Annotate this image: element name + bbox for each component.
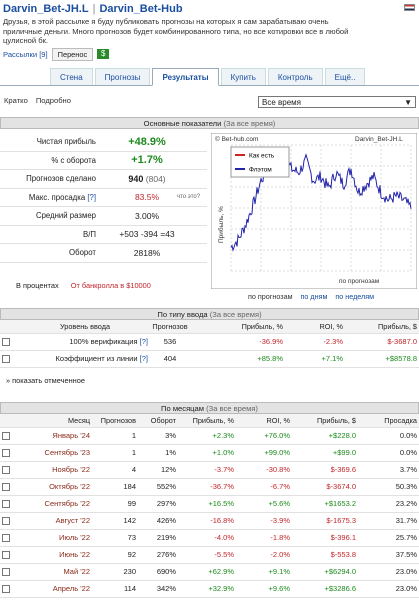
profit-chart: © Bet-hub.com Darvin_Bet-JH.L Прибыль, %… [210, 132, 418, 290]
bymonth-section-header: По месяцам (За все время) [0, 402, 419, 414]
chart-site: © Bet-hub.com [215, 135, 258, 143]
row-checkbox[interactable] [2, 432, 10, 440]
mode-by-weeks[interactable]: по неделям [335, 292, 374, 301]
service-link[interactable]: Darvin_Bet-Hub [99, 3, 182, 15]
tab-control[interactable]: Контроль [267, 68, 323, 85]
row-checkbox[interactable] [2, 466, 10, 474]
table-row: Ноябрь '22 4 12% -3.7% -30.8% $-369.6 3.7% [0, 461, 419, 479]
what-is-it-link[interactable]: что это? [177, 194, 200, 200]
author-link[interactable]: Darvin_Bet-JH.L [3, 3, 89, 15]
show-marked-link[interactable]: » показать отмеченное [6, 376, 85, 385]
tab-buy[interactable]: Купить [220, 68, 266, 85]
row-checkbox[interactable] [2, 568, 10, 576]
kpi-row: Средний размер 3.00% [0, 207, 207, 226]
row-checkbox[interactable] [2, 355, 10, 363]
chart-ylabel: Прибыль, % [217, 206, 225, 243]
chevron-down-icon: ▼ [404, 98, 412, 107]
bymonth-table: Месяц Прогнозов Оборот Прибыль, % ROI, %… [0, 414, 419, 598]
flag-icon[interactable] [404, 4, 415, 11]
row-checkbox[interactable] [2, 551, 10, 559]
chart-author: Darvin_Bet-JH.L [355, 136, 403, 143]
bank-options: В процентах От банкролла в $10000 [16, 281, 151, 290]
mode-by-days[interactable]: по дням [301, 292, 328, 301]
table-row: Январь '24 1 3% +2.3% +76.0% +$228.0 0.0% [0, 427, 419, 445]
subs-link[interactable]: Рассылки [9] [3, 50, 48, 59]
header-title: Darvin_Bet-JH.L | Darvin_Bet-Hub [3, 3, 183, 15]
table-row: Апрель '22 114 342% +32.9% +9.6% +$3286.6 23.0… [0, 580, 419, 598]
period-value: Все время [262, 98, 301, 107]
kpi-row: Оборот 2818% [0, 244, 207, 263]
table-row: Сентябрь '22 99 297% +16.5% +5.6% +$1653.2 23.… [0, 495, 419, 513]
tab-bar: Стена Прогнозы Результаты Купить Контрол… [0, 68, 419, 86]
table-row: Коэффициент из линии [?] 404 +85.8% +7.1… [0, 350, 419, 368]
row-checkbox[interactable] [2, 500, 10, 508]
view-short-link[interactable]: Кратко [4, 96, 28, 105]
legend-flat: Флэтом [249, 167, 272, 174]
table-row: Август '22 142 426% -16.8% -3.9% $-1675.3 31.7… [0, 512, 419, 530]
tab-forecasts[interactable]: Прогнозы [94, 68, 151, 85]
kpi-panel: Чистая прибыль +48.9% % с оборота +1.7% Пр… [0, 133, 207, 263]
tab-more[interactable]: Ещё.. [324, 68, 366, 85]
tab-wall[interactable]: Стена [50, 68, 93, 85]
table-header: Месяц Прогнозов Оборот Прибыль, % ROI, %… [0, 414, 419, 428]
kpi-row: % с оборота +1.7% [0, 152, 207, 170]
header: Darvin_Bet-JH.L | Darvin_Bet-Hub Друзья,… [0, 0, 419, 62]
kpi-row: Прогнозов сделано 940 (804) [0, 170, 207, 189]
row-checkbox[interactable] [2, 534, 10, 542]
view-switch: Кратко Подробно [4, 96, 71, 105]
chart-svg: © Bet-hub.com Darvin_Bet-JH.L Прибыль, %… [210, 132, 418, 290]
legend-as-is: Как есть [249, 153, 275, 160]
chart-xlabel: по прогнозам [339, 278, 380, 285]
chart-x-modes: по прогнозам по дням по неделям [248, 292, 374, 301]
period-select[interactable]: Все время ▼ [258, 96, 416, 108]
mode-by-forecasts[interactable]: по прогнозам [248, 292, 293, 301]
move-button[interactable]: Перенос [51, 47, 94, 61]
table-row: Октябрь '22 184 552% -36.7% -6.7% $-3674.0 50.… [0, 478, 419, 496]
help-link[interactable]: [?] [140, 354, 148, 363]
table-row: Сентябрь '23 1 1% +1.0% +99.0% +$99.0 0.0% [0, 444, 419, 462]
table-row: Май '22 230 690% +62.9% +9.1% +$6294.0 23.0% [0, 563, 419, 581]
help-link[interactable]: [?] [87, 193, 96, 202]
dollar-icon[interactable]: $ [97, 49, 110, 59]
row-checkbox[interactable] [2, 585, 10, 593]
in-percent-label[interactable]: В процентах [16, 281, 59, 290]
month-rows: Январь '24 1 3% +2.3% +76.0% +$228.0 0.0% Сентя… [0, 427, 419, 598]
table-row: Июль '22 73 219% -4.0% -1.8% $-396.1 25.7% [0, 529, 419, 547]
table-row: 100% верификация [?] 536 -36.9% -2.3% $-… [0, 333, 419, 351]
table-header: Уровень ввода Прогнозов Прибыль, % ROI, … [0, 320, 419, 334]
row-checkbox[interactable] [2, 517, 10, 525]
tab-results[interactable]: Результаты [152, 68, 219, 86]
help-link[interactable]: [?] [140, 337, 148, 346]
from-bank-link[interactable]: От банкролла в $10000 [71, 281, 151, 290]
row-checkbox[interactable] [2, 338, 10, 346]
kpi-row: Чистая прибыль +48.9% [0, 133, 207, 152]
bytype-section-header: По типу ввода (За все время) [0, 308, 419, 320]
view-detailed-link[interactable]: Подробно [36, 96, 71, 105]
row-checkbox[interactable] [2, 483, 10, 491]
kpi-row: Макс. просадка [?] 83.5% что это? [0, 189, 207, 207]
kpi-row: В/П +503 -394 =43 [0, 226, 207, 244]
table-row: Июнь '22 92 276% -5.5% -2.0% $-553.8 37.5% [0, 546, 419, 564]
description: Друзья, в этой рассылке я буду публикова… [3, 17, 349, 45]
bytype-table: Уровень ввода Прогнозов Прибыль, % ROI, … [0, 320, 419, 368]
subs-row: Рассылки [9] Перенос $ [3, 47, 416, 61]
row-checkbox[interactable] [2, 449, 10, 457]
main-section-header: Основные показатели (За все время) [0, 117, 419, 129]
